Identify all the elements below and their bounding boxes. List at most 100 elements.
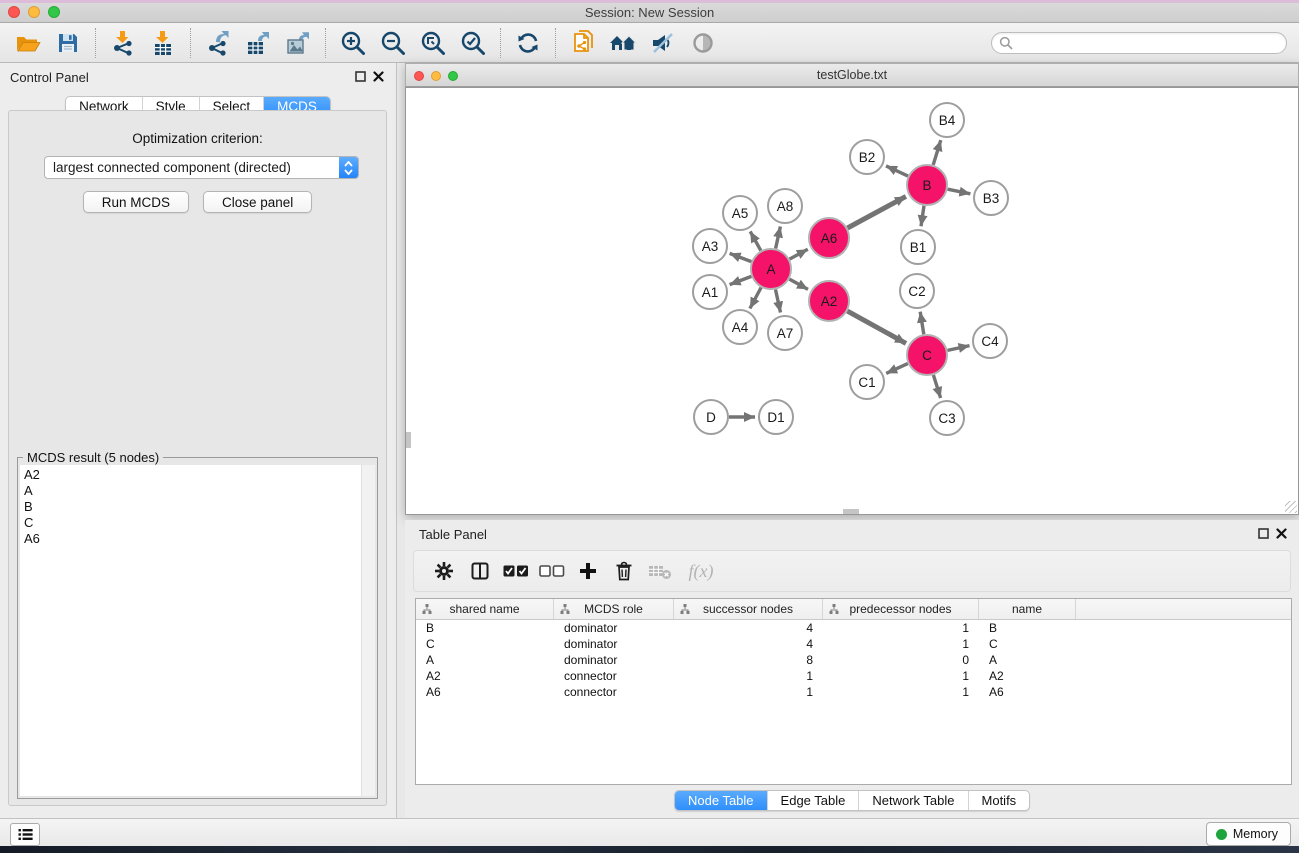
column-header-predecessor-nodes[interactable]: predecessor nodes — [823, 599, 979, 619]
zoom-out-button[interactable] — [373, 26, 413, 60]
node-A8[interactable]: A8 — [768, 189, 802, 223]
criterion-select[interactable]: largest connected component (directed) — [44, 156, 359, 179]
first-neighbors-button[interactable] — [603, 26, 643, 60]
edge-A-A2[interactable] — [789, 279, 808, 289]
result-list-item[interactable]: C — [20, 515, 375, 531]
tab-edge-table[interactable]: Edge Table — [768, 791, 860, 810]
network-close-button[interactable] — [414, 71, 424, 81]
canvas-hscroll-thumb[interactable] — [843, 509, 859, 514]
zoom-window-button[interactable] — [48, 6, 60, 18]
tab-network-table[interactable]: Network Table — [859, 791, 968, 810]
tab-node-table[interactable]: Node Table — [675, 791, 768, 810]
node-C4[interactable]: C4 — [973, 324, 1007, 358]
column-visibility-button[interactable] — [462, 555, 498, 587]
close-window-button[interactable] — [8, 6, 20, 18]
node-C3[interactable]: C3 — [930, 401, 964, 435]
edge-A-A3[interactable] — [730, 253, 752, 261]
hide-selected-button[interactable] — [643, 26, 683, 60]
show-panels-button[interactable] — [10, 823, 40, 846]
export-table-button[interactable] — [238, 26, 278, 60]
result-list-item[interactable]: A — [20, 483, 375, 499]
zoom-selected-button[interactable] — [453, 26, 493, 60]
edge-C-C2[interactable] — [920, 312, 924, 335]
edge-B-B2[interactable] — [886, 166, 908, 176]
edge-A2-C[interactable] — [847, 311, 906, 343]
run-mcds-button[interactable]: Run MCDS — [83, 191, 189, 213]
table-row[interactable]: A6connector11A6 — [416, 684, 1291, 700]
network-graph[interactable]: B4 B2 B B3 A8 A5 A6 A3 B1 A C2 A1 A2 A4 A7 C4 C C1 C3 D D1 — [406, 88, 1298, 514]
clone-network-button[interactable] — [563, 26, 603, 60]
edge-C-C1[interactable] — [886, 364, 908, 374]
zoom-in-button[interactable] — [333, 26, 373, 60]
column-header-MCDS-role[interactable]: MCDS role — [554, 599, 674, 619]
import-network-button[interactable] — [103, 26, 143, 60]
edge-A-A8[interactable] — [776, 227, 781, 249]
node-A5[interactable]: A5 — [723, 196, 757, 230]
network-canvas[interactable]: B4 B2 B B3 A8 A5 A6 A3 B1 A C2 A1 A2 A4 A7 C4 C C1 C3 D D1 — [405, 87, 1299, 515]
network-zoom-button[interactable] — [448, 71, 458, 81]
memory-button[interactable]: Memory — [1206, 822, 1291, 846]
column-header-shared-name[interactable]: shared name — [416, 599, 554, 619]
save-session-button[interactable] — [48, 26, 88, 60]
function-builder-button[interactable]: f(x) — [678, 555, 724, 587]
edge-B-B4[interactable] — [933, 140, 941, 165]
import-table-button[interactable] — [143, 26, 183, 60]
open-session-button[interactable] — [8, 26, 48, 60]
close-panel-icon[interactable] — [373, 71, 384, 82]
node-A6[interactable]: A6 — [809, 218, 849, 258]
node-B2[interactable]: B2 — [850, 140, 884, 174]
float-panel-icon[interactable] — [1258, 528, 1269, 539]
edge-A6-B[interactable] — [848, 196, 906, 228]
node-B[interactable]: B — [907, 165, 947, 205]
float-panel-icon[interactable] — [355, 71, 366, 82]
edge-A-A6[interactable] — [790, 249, 808, 259]
node-A4[interactable]: A4 — [723, 310, 757, 344]
node-C[interactable]: C — [907, 335, 947, 375]
node-C2[interactable]: C2 — [900, 274, 934, 308]
search-input[interactable] — [1013, 34, 1279, 51]
zoom-fit-button[interactable] — [413, 26, 453, 60]
edge-A-A5[interactable] — [750, 231, 761, 250]
column-header-name[interactable]: name — [979, 599, 1076, 619]
add-column-button[interactable] — [570, 555, 606, 587]
node-A7[interactable]: A7 — [768, 316, 802, 350]
resize-grip[interactable] — [1285, 501, 1297, 513]
show-hide-button[interactable] — [683, 26, 723, 60]
edge-C-C3[interactable] — [933, 375, 940, 398]
node-A1[interactable]: A1 — [693, 275, 727, 309]
node-A2[interactable]: A2 — [809, 281, 849, 321]
delete-table-button[interactable] — [642, 555, 678, 587]
column-header-successor-nodes[interactable]: successor nodes — [674, 599, 823, 619]
node-C1[interactable]: C1 — [850, 365, 884, 399]
node-B1[interactable]: B1 — [901, 230, 935, 264]
apply-layout-button[interactable] — [508, 26, 548, 60]
select-all-button[interactable] — [498, 555, 534, 587]
table-row[interactable]: A2connector11A2 — [416, 668, 1291, 684]
edge-B-B1[interactable] — [921, 206, 924, 226]
deselect-all-button[interactable] — [534, 555, 570, 587]
node-A[interactable]: A — [751, 249, 791, 289]
canvas-vscroll-thumb[interactable] — [406, 432, 411, 448]
node-D[interactable]: D — [694, 400, 728, 434]
node-table[interactable]: shared nameMCDS rolesuccessor nodesprede… — [415, 598, 1292, 785]
result-list-item[interactable]: A6 — [20, 531, 375, 547]
node-B4[interactable]: B4 — [930, 103, 964, 137]
result-list-item[interactable]: B — [20, 499, 375, 515]
node-A3[interactable]: A3 — [693, 229, 727, 263]
network-window-titlebar[interactable]: testGlobe.txt — [405, 63, 1299, 87]
mcds-result-list[interactable]: A2ABCA6 — [20, 465, 375, 796]
edge-C-C4[interactable] — [948, 346, 970, 351]
list-scrollbar[interactable] — [361, 465, 375, 796]
table-row[interactable]: Bdominator41B — [416, 620, 1291, 636]
close-panel-icon[interactable] — [1276, 528, 1287, 539]
node-D1[interactable]: D1 — [759, 400, 793, 434]
tab-motifs[interactable]: Motifs — [969, 791, 1030, 810]
table-options-button[interactable] — [426, 555, 462, 587]
delete-columns-button[interactable] — [606, 555, 642, 587]
node-B3[interactable]: B3 — [974, 181, 1008, 215]
table-row[interactable]: Adominator80A — [416, 652, 1291, 668]
edge-A-A4[interactable] — [750, 288, 761, 309]
network-minimize-button[interactable] — [431, 71, 441, 81]
export-network-button[interactable] — [198, 26, 238, 60]
edge-B-B3[interactable] — [948, 189, 971, 194]
